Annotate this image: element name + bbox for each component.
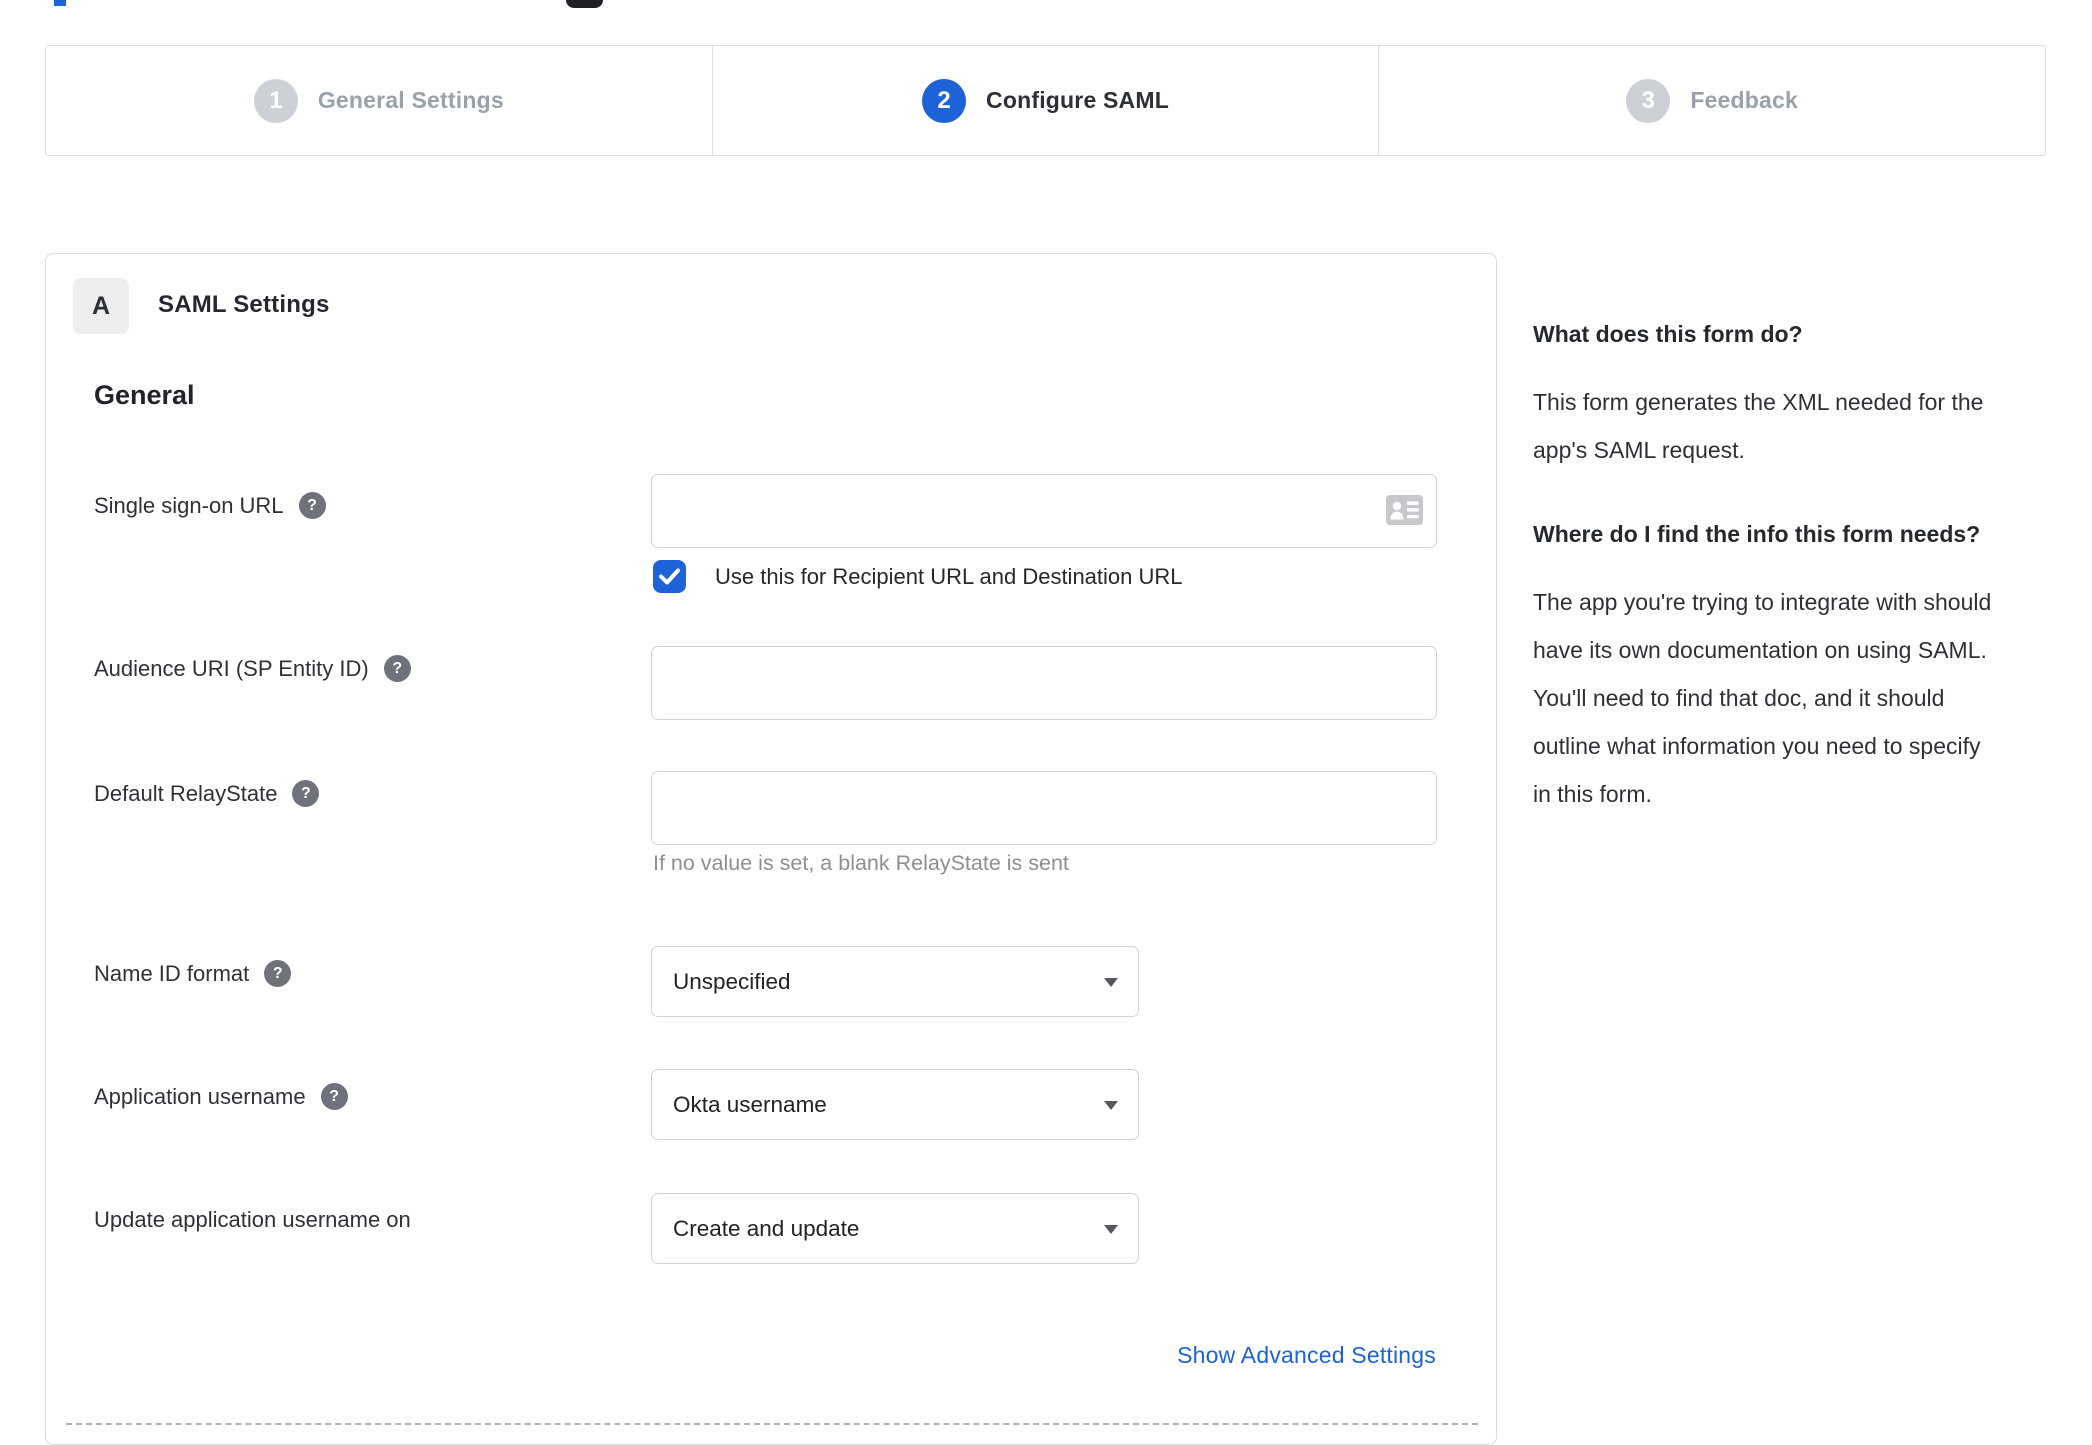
help-icon[interactable]: ?: [320, 1083, 348, 1110]
relaystate-label: Default RelayState: [94, 780, 278, 806]
stepper-step-general-settings[interactable]: 1 General Settings: [46, 46, 712, 155]
recipient-url-checkbox[interactable]: [653, 560, 686, 593]
recipient-url-checkbox-row: Use this for Recipient URL and Destinati…: [653, 560, 1183, 593]
chevron-down-icon: [1104, 977, 1118, 987]
checkmark-icon: [659, 568, 680, 585]
stepper-step-feedback[interactable]: 3 Feedback: [1378, 46, 2045, 155]
panel-title: SAML Settings: [158, 291, 330, 318]
step-number-badge: 3: [1626, 78, 1671, 123]
application-username-select[interactable]: Okta username: [651, 1069, 1139, 1140]
help-icon[interactable]: ?: [298, 492, 326, 519]
step-label: General Settings: [317, 87, 504, 113]
step-label: Feedback: [1690, 87, 1799, 113]
sso-url-label-row: Single sign-on URL ?: [94, 492, 326, 519]
chevron-down-icon: [1104, 1224, 1118, 1234]
help-icon[interactable]: ?: [264, 960, 292, 987]
saml-settings-panel: A SAML Settings General Single sign-on U…: [45, 253, 1497, 1445]
name-id-format-value: Unspecified: [673, 968, 791, 994]
step-number-badge: 1: [253, 78, 298, 123]
relaystate-hint: If no value is set, a blank RelayState i…: [653, 851, 1069, 875]
default-relaystate-input[interactable]: [651, 771, 1437, 845]
help-question-1-body: This form generates the XML needed for t…: [1533, 389, 1984, 463]
setup-wizard-stepper: 1 General Settings 2 Configure SAML 3 Fe…: [45, 45, 2046, 156]
update-app-username-value: Create and update: [673, 1215, 860, 1241]
update-app-username-select[interactable]: Create and update: [651, 1193, 1139, 1264]
audience-uri-label-row: Audience URI (SP Entity ID) ?: [94, 655, 411, 682]
help-question-2-body: The app you're trying to integrate with …: [1533, 589, 1992, 807]
name-id-format-label-row: Name ID format ?: [94, 960, 292, 987]
step-number-badge: 2: [922, 78, 967, 123]
name-id-format-label: Name ID format: [94, 960, 250, 986]
chevron-down-icon: [1104, 1100, 1118, 1110]
application-username-label: Application username: [94, 1083, 306, 1109]
general-section-title: General: [94, 380, 195, 410]
audience-uri-input[interactable]: [651, 646, 1437, 720]
application-username-label-row: Application username ?: [94, 1083, 348, 1110]
dashed-section-divider: [66, 1423, 1478, 1425]
help-icon[interactable]: ?: [292, 780, 320, 807]
contact-card-icon: [1386, 495, 1423, 525]
cutoff-logo-fragment: [54, 0, 66, 6]
update-username-label: Update application username on: [94, 1207, 411, 1232]
stepper-step-configure-saml[interactable]: 2 Configure SAML: [711, 46, 1379, 155]
help-sidebar: What does this form do? This form genera…: [1533, 316, 1993, 860]
section-a-badge: A: [73, 278, 129, 334]
step-label: Configure SAML: [986, 87, 1169, 113]
sso-url-label: Single sign-on URL: [94, 492, 284, 518]
recipient-url-checkbox-label[interactable]: Use this for Recipient URL and Destinati…: [715, 564, 1183, 590]
help-question-1-title: What does this form do?: [1533, 321, 1803, 347]
help-icon[interactable]: ?: [383, 655, 411, 682]
update-username-label-row: Update application username on: [94, 1207, 411, 1233]
cutoff-app-icon-fragment: [566, 0, 603, 8]
audience-uri-label: Audience URI (SP Entity ID): [94, 655, 369, 681]
help-question-2-title: Where do I find the info this form needs…: [1533, 521, 1981, 547]
single-sign-on-url-input[interactable]: [651, 474, 1437, 548]
show-advanced-settings-link[interactable]: Show Advanced Settings: [1177, 1342, 1436, 1369]
application-username-value: Okta username: [673, 1091, 827, 1117]
relaystate-label-row: Default RelayState ?: [94, 780, 320, 807]
name-id-format-select[interactable]: Unspecified: [651, 946, 1139, 1017]
